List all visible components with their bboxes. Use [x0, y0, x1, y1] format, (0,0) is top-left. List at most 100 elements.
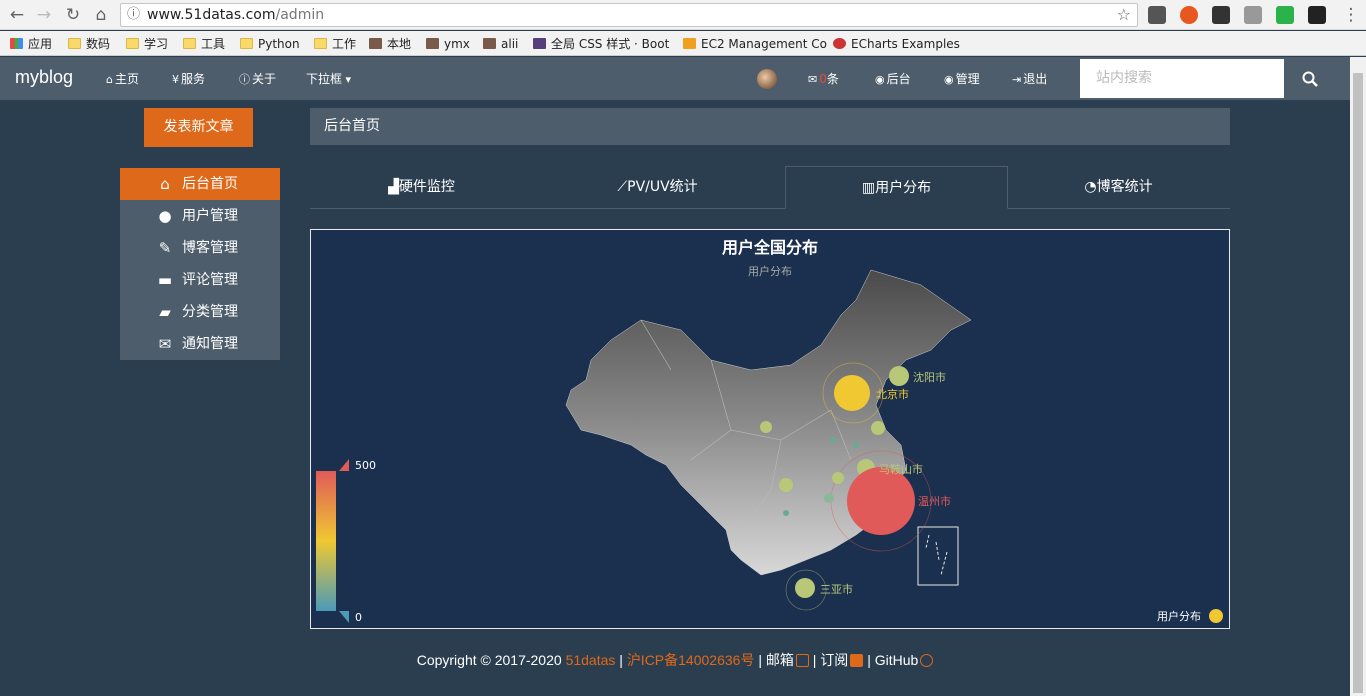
visual-map-handle-top[interactable] — [339, 459, 349, 471]
sidebar-menu: ⌂ 后台首页 ● 用户管理 ✎ 博客管理 ▬ 评论管理 ▰ 分类管理 ✉ 通知管理 — [120, 168, 280, 360]
chart-point[interactable] — [824, 493, 834, 503]
tab-blog-stats[interactable]: ◔博客统计 — [1007, 166, 1230, 209]
china-map: 北京市 沈阳市 马鞍山市 温州市 三亚市 — [316, 269, 972, 623]
chart-point-shenyang[interactable] — [889, 366, 909, 386]
sidebar-item-comments[interactable]: ▬ 评论管理 — [120, 264, 280, 296]
page-scrollbar[interactable] — [1350, 57, 1366, 696]
extension-icon[interactable] — [1148, 6, 1166, 24]
pencil-icon: ✎ — [158, 239, 172, 257]
nav-home[interactable]: ⌂ 主页 — [106, 70, 139, 87]
sidebar-item-notices[interactable]: ✉ 通知管理 — [120, 328, 280, 360]
chart-point[interactable] — [779, 478, 793, 492]
envelope-icon: ✉ — [808, 73, 818, 86]
chart-point[interactable] — [871, 421, 885, 435]
chart-point-beijing[interactable] — [834, 375, 870, 411]
comment-icon: ▬ — [157, 271, 173, 289]
visual-map-bar[interactable] — [316, 471, 336, 611]
search-button[interactable] — [1284, 59, 1336, 98]
avatar-icon — [426, 38, 439, 49]
caret-down-icon: ▾ — [342, 73, 352, 86]
site-link[interactable]: 51datas — [566, 652, 616, 668]
extension-icon[interactable] — [1212, 6, 1230, 24]
chart-point-sanya[interactable] — [795, 578, 815, 598]
sidebar-item-dashboard[interactable]: ⌂ 后台首页 — [120, 168, 280, 200]
mail-link[interactable]: 邮箱 — [766, 652, 809, 668]
envelope-icon: ✉ — [158, 335, 172, 353]
tab-hardware[interactable]: ▟硬件监控 — [310, 166, 533, 209]
bookmark-link[interactable]: 本地 — [369, 35, 411, 53]
sidebar-item-categories[interactable]: ▰ 分类管理 — [120, 296, 280, 328]
chart-point[interactable] — [760, 421, 772, 433]
apps-grid-icon — [10, 38, 23, 49]
extension-icon[interactable] — [1244, 6, 1262, 24]
avatar-icon — [483, 38, 496, 49]
avatar-icon — [369, 38, 382, 49]
nav-services[interactable]: ¥ 服务 — [172, 70, 205, 87]
bookmark-link[interactable]: alii — [483, 35, 518, 53]
info-icon[interactable]: ⓘ — [127, 4, 140, 26]
home-icon[interactable]: ⌂ — [90, 4, 112, 26]
point-label-sanya: 三亚市 — [820, 582, 853, 596]
reload-icon[interactable]: ↻ — [62, 4, 84, 26]
bookmark-folder[interactable]: 工具 — [183, 35, 225, 53]
chart-point[interactable] — [853, 442, 859, 448]
extension-icon[interactable] — [1180, 6, 1198, 24]
brand-logo[interactable]: myblog — [15, 67, 73, 88]
chart-point[interactable] — [832, 472, 844, 484]
github-link[interactable]: GitHub — [875, 652, 934, 668]
legend-marker[interactable] — [1209, 609, 1223, 623]
icp-link[interactable]: 沪ICP备14002636号 — [627, 652, 755, 668]
visual-map-handle-bottom[interactable] — [339, 611, 349, 623]
scrollbar-thumb[interactable] — [1353, 73, 1363, 693]
bookmark-link[interactable]: 全局 CSS 样式 · Boot — [533, 35, 669, 53]
legend-label[interactable]: 用户分布 — [1157, 608, 1201, 624]
tab-pvuv[interactable]: ⟋PV/UV统计 — [546, 166, 769, 209]
bookmark-star-icon[interactable]: ☆ — [1117, 4, 1131, 26]
github-icon — [920, 654, 934, 667]
nav-about[interactable]: ⓘ 关于 — [239, 70, 276, 87]
back-arrow-icon[interactable]: ← — [6, 4, 28, 26]
bookmark-link[interactable]: ymx — [426, 35, 470, 53]
publish-article-button[interactable]: 发表新文章 — [144, 108, 253, 147]
user-distribution-chart: 用户全国分布 用户分布 北京市 沈阳市 马鞍山市 温州市 三亚市 500 0 用… — [310, 229, 1230, 629]
point-label-beijing: 北京市 — [876, 387, 909, 401]
bookmark-link[interactable]: ECharts Examples — [833, 35, 960, 53]
chart-point-wenzhou[interactable] — [847, 467, 915, 535]
bookmark-folder[interactable]: Python — [240, 35, 300, 53]
tab-user-distribution[interactable]: ▥用户分布 — [785, 166, 1008, 209]
menu-dots-icon[interactable]: ⋮ — [1340, 4, 1362, 26]
south-sea-inset — [917, 526, 959, 586]
bookmark-folder[interactable]: 数码 — [68, 35, 110, 53]
chart-point[interactable] — [830, 437, 836, 443]
bookmark-link[interactable]: EC2 Management Co — [683, 35, 827, 53]
rss-link[interactable]: 订阅 — [820, 652, 864, 668]
nav-manage[interactable]: ◉ 管理 — [944, 70, 980, 87]
bookmark-folder[interactable]: 学习 — [126, 35, 168, 53]
envelope-icon — [795, 654, 809, 667]
nav-logout[interactable]: ⇥ 退出 — [1012, 70, 1047, 87]
nav-backend[interactable]: ◉ 后台 — [875, 70, 911, 87]
point-label-shenyang: 沈阳市 — [913, 370, 946, 384]
home-icon: ⌂ — [160, 175, 170, 193]
sidebar-item-blogs[interactable]: ✎ 博客管理 — [120, 232, 280, 264]
avatar[interactable] — [757, 69, 777, 89]
bookmarks-bar: 应用 数码 学习 工具 Python 工作 本地 ymx alii 全局 CSS… — [0, 31, 1366, 56]
extension-icon[interactable] — [1276, 6, 1294, 24]
echarts-icon — [833, 38, 846, 49]
sidebar-item-users[interactable]: ● 用户管理 — [120, 200, 280, 232]
chart-point[interactable] — [783, 510, 789, 516]
bootstrap-icon — [533, 38, 546, 49]
nav-messages[interactable]: ✉ 0条 — [808, 70, 839, 87]
visual-map-max: 500 — [355, 459, 376, 472]
bookmark-folder[interactable]: 工作 — [314, 35, 356, 53]
address-bar[interactable]: ⓘ www.51datas.com/admin ☆ — [120, 3, 1138, 27]
pie-chart-icon: ◔ — [1084, 179, 1097, 195]
nav-dropdown[interactable]: 下拉框 ▾ — [306, 70, 353, 87]
forward-arrow-icon[interactable]: → — [33, 4, 55, 26]
search-input[interactable]: 站内搜索 — [1080, 59, 1284, 98]
info-icon: ⓘ — [239, 73, 250, 86]
extension-icon[interactable] — [1308, 6, 1326, 24]
user-circle-icon: ◉ — [875, 73, 885, 86]
logout-icon: ⇥ — [1012, 73, 1022, 86]
bookmark-apps[interactable]: 应用 — [10, 35, 52, 53]
